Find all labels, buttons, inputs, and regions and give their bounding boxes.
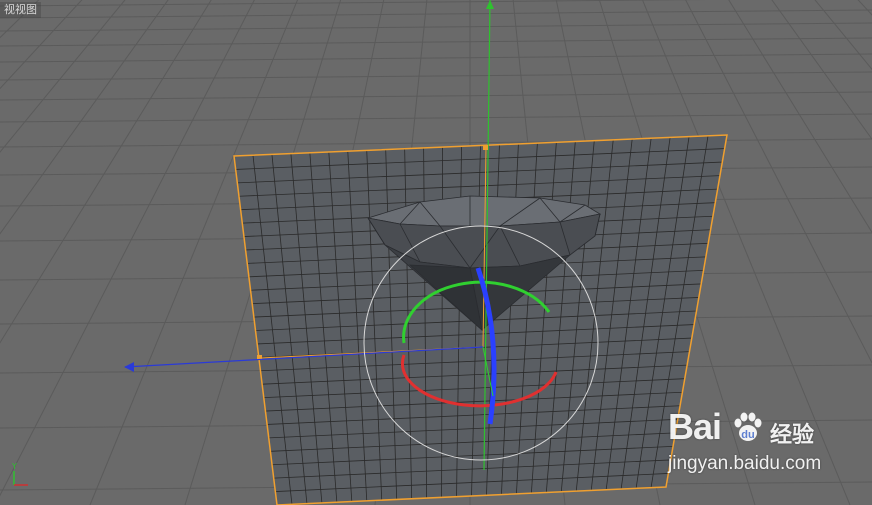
floor-grid-line	[857, 0, 872, 16]
mini-axis-indicator: Y	[11, 462, 28, 486]
floor-grid-line	[0, 37, 872, 47]
floor-grid-line	[0, 71, 872, 81]
floor-grid-line	[0, 91, 872, 101]
x-axis-arrowhead	[124, 362, 134, 372]
floor-grid-line	[0, 0, 709, 7]
viewport-scene[interactable]	[0, 0, 872, 505]
floor-grid-line	[0, 0, 40, 39]
floor-grid-line	[0, 0, 52, 505]
floor-grid-line	[0, 0, 83, 90]
floor-grid-line	[0, 0, 255, 497]
3d-viewport[interactable]: 视视图 Y Bai du 经验 jingyan.baidu.com	[0, 0, 872, 505]
floor-grid-line	[0, 113, 872, 123]
floor-grid-line	[0, 22, 872, 32]
floor-grid-line	[0, 0, 126, 153]
floor-grid-line	[0, 138, 872, 148]
floor-grid-line	[0, 0, 169, 235]
selection-handle-top	[483, 145, 488, 150]
floor-grid-line	[0, 9, 872, 19]
viewport-title: 视视图	[0, 2, 41, 18]
floor-grid-line	[0, 53, 872, 63]
mini-axis-y-label: Y	[11, 462, 17, 471]
floor-grid-line	[850, 0, 872, 505]
floor-grid-line	[771, 0, 872, 141]
floor-grid-line	[814, 0, 872, 71]
